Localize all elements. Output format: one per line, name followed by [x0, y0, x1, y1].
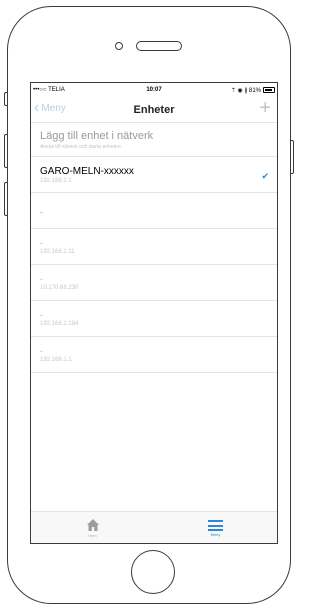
device-name: -: [40, 346, 43, 356]
status-bar: •••○○ TELIA 10:07 ⇡ ◉ ∦ 81%: [31, 83, 277, 97]
checkmark-icon: ✔: [261, 171, 269, 181]
earpiece-speaker: [136, 41, 182, 51]
battery-icon: [263, 87, 275, 93]
device-ip: 192.168.1.1: [40, 357, 72, 363]
device-name: GARO-MELN-xxxxxx: [40, 166, 134, 177]
front-camera: [115, 42, 123, 50]
device-name: -: [40, 238, 43, 248]
device-name: -: [40, 310, 43, 320]
device-ip: 192.168.1.184: [40, 321, 79, 327]
device-name: -: [40, 274, 43, 284]
list-item[interactable]: - 10.170.68.230: [31, 265, 277, 301]
tab-menu[interactable]: Meny: [154, 512, 277, 543]
list-item[interactable]: -: [31, 193, 277, 229]
home-icon: [86, 518, 100, 532]
tab-home-label: Hem: [88, 533, 97, 538]
device-ip: 10.170.68.230: [40, 285, 79, 291]
device-name: -: [40, 207, 43, 217]
home-button[interactable]: [131, 550, 175, 594]
list-item[interactable]: GARO-MELN-xxxxxx 192.168.2.1 ✔: [31, 157, 277, 193]
device-list: GARO-MELN-xxxxxx 192.168.2.1 ✔ - - 192.1…: [31, 157, 277, 373]
device-ip: 192.168.2.1: [40, 178, 72, 184]
phone-mockup: •••○○ TELIA 10:07 ⇡ ◉ ∦ 81% ‹ Meny Enhet…: [0, 0, 299, 610]
device-ip: 192.168.1.11: [40, 249, 75, 255]
screen: •••○○ TELIA 10:07 ⇡ ◉ ∦ 81% ‹ Meny Enhet…: [30, 82, 278, 544]
tab-menu-label: Meny: [210, 532, 221, 537]
tab-bar: Hem Meny: [31, 511, 277, 543]
list-item[interactable]: - 192.168.1.184: [31, 301, 277, 337]
status-indicators: ⇡ ◉ ∦ 81%: [230, 88, 261, 94]
page-title: Enheter: [133, 104, 175, 116]
menu-icon: [208, 520, 223, 531]
tab-home[interactable]: Hem: [31, 512, 154, 543]
list-item[interactable]: - 192.168.1.11: [31, 229, 277, 265]
add-device-title: Lägg till enhet i nätverk: [40, 130, 154, 142]
add-device-row[interactable]: Lägg till enhet i nätverk Anslut till nä…: [31, 123, 277, 157]
add-device-subtitle: Anslut till nätverk och starta enheten: [40, 144, 121, 150]
navigation-bar: ‹ Meny Enheter +: [31, 97, 277, 123]
list-item[interactable]: - 192.168.1.1: [31, 337, 277, 373]
add-icon[interactable]: +: [259, 97, 271, 120]
